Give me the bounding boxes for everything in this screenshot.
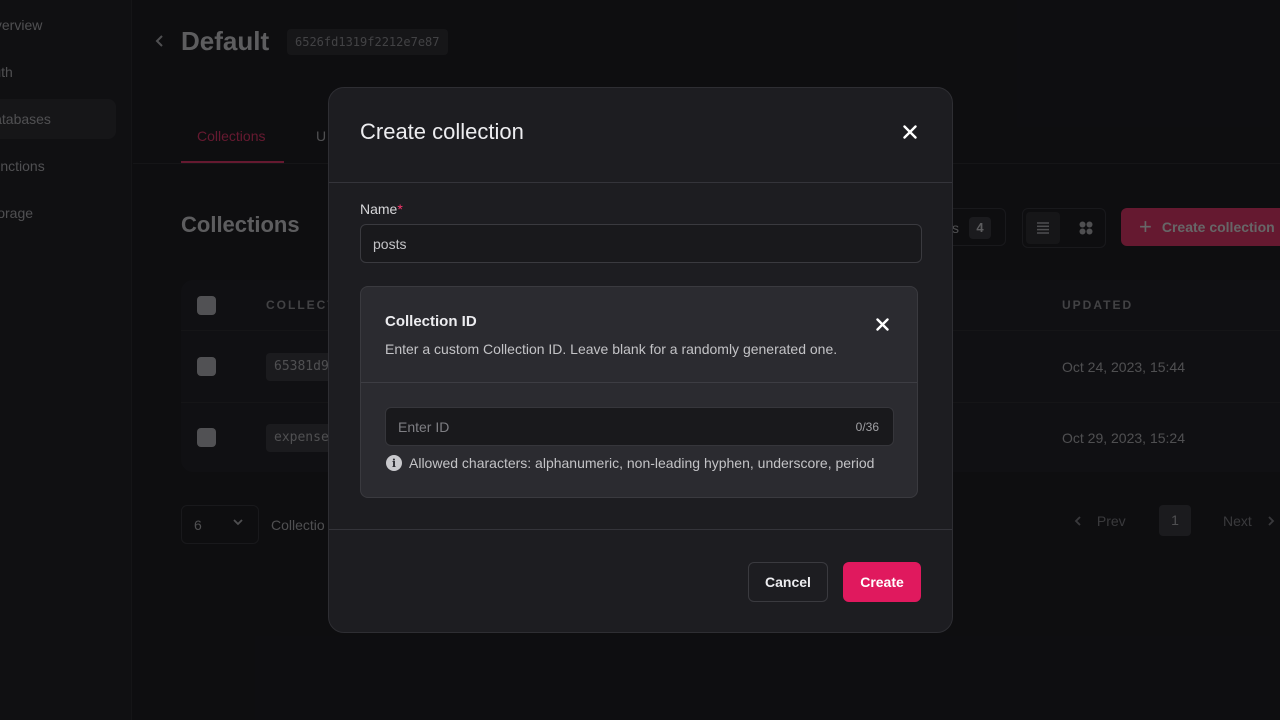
- collection-id-title: Collection ID: [385, 313, 477, 330]
- name-input[interactable]: [360, 224, 922, 263]
- name-label-text: Name: [360, 201, 398, 217]
- create-button[interactable]: Create: [843, 562, 921, 602]
- modal-title: Create collection: [360, 119, 524, 144]
- collection-id-panel: Collection ID Enter a custom Collection …: [360, 286, 918, 498]
- close-icon: [875, 317, 889, 331]
- modal-footer-divider: [329, 529, 952, 530]
- hint-text: Allowed characters: alphanumeric, non-le…: [409, 455, 875, 471]
- character-counter: 0/36: [855, 420, 879, 434]
- close-icon: [903, 125, 917, 139]
- modal-close-button[interactable]: [899, 121, 921, 143]
- collection-id-field: 0/36: [385, 407, 894, 446]
- collection-id-input[interactable]: [386, 408, 836, 445]
- allowed-characters-hint: i Allowed characters: alphanumeric, non-…: [386, 455, 874, 471]
- info-icon: i: [386, 455, 402, 471]
- collection-id-description: Enter a custom Collection ID. Leave blan…: [385, 341, 838, 357]
- collection-id-close-button[interactable]: [871, 313, 893, 335]
- name-label: Name*: [360, 201, 403, 217]
- modal-header-divider: [329, 182, 952, 183]
- create-collection-modal: Create collection Name* Collection ID En…: [328, 87, 953, 633]
- cancel-button[interactable]: Cancel: [748, 562, 828, 602]
- required-asterisk: *: [397, 201, 403, 217]
- collection-id-divider: [361, 382, 917, 383]
